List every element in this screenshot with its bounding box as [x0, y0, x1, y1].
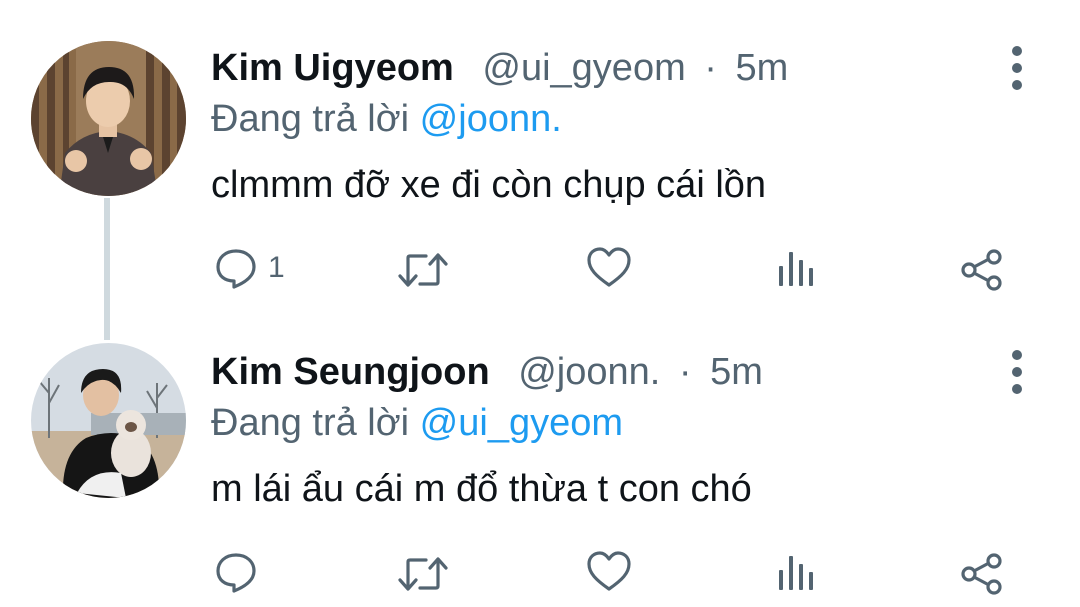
reply-count: 1: [268, 251, 285, 284]
retweet-icon: [396, 552, 450, 596]
retweet-button[interactable]: [396, 248, 450, 292]
bar-chart-icon: [776, 248, 816, 288]
tweet-2[interactable]: Kim Seungjoon @joonn. · 5m Đang trả lời …: [0, 305, 1080, 607]
replying-to: Đang trả lời @joonn.: [211, 97, 562, 141]
retweet-button[interactable]: [396, 552, 450, 596]
tweet-1[interactable]: Kim Uigyeom @ui_gyeom · 5m Đang trả lời …: [0, 0, 1080, 305]
like-button[interactable]: [586, 246, 632, 290]
username-handle[interactable]: @ui_gyeom: [482, 47, 685, 89]
tweet-text: m lái ẩu cái m đổ thừa t con chó: [211, 468, 752, 510]
avatar-kim-uigyeom[interactable]: [31, 41, 186, 196]
separator-dot: ·: [704, 47, 717, 89]
comment-bubble-icon: [214, 550, 258, 594]
replying-to-label: Đang trả lời: [211, 98, 410, 140]
heart-icon: [586, 550, 632, 594]
reply-button[interactable]: [214, 550, 268, 594]
tweet-header: Kim Seungjoon @joonn. · 5m: [211, 350, 763, 394]
tweet-text: clmmm đỡ xe đi còn chụp cái lồn: [211, 164, 767, 206]
separator-dot: ·: [678, 351, 692, 393]
tweet-header: Kim Uigyeom @ui_gyeom · 5m: [211, 46, 788, 90]
replying-to-label: Đang trả lời: [211, 402, 410, 444]
username-handle[interactable]: @joonn.: [518, 351, 660, 393]
timestamp[interactable]: 5m: [710, 351, 763, 393]
display-name[interactable]: Kim Seungjoon: [211, 351, 490, 393]
share-icon: [960, 248, 1004, 292]
reply-button[interactable]: 1: [214, 246, 285, 290]
analytics-button[interactable]: [776, 248, 816, 288]
share-icon: [960, 552, 1004, 596]
analytics-button[interactable]: [776, 552, 816, 592]
like-button[interactable]: [586, 550, 632, 594]
avatar-kim-seungjoon[interactable]: [31, 343, 186, 498]
share-button[interactable]: [960, 552, 1004, 596]
more-options-icon[interactable]: [1003, 350, 1031, 394]
retweet-icon: [396, 248, 450, 292]
bar-chart-icon: [776, 552, 816, 592]
replying-to-handle[interactable]: @ui_gyeom: [420, 402, 623, 444]
replying-to: Đang trả lời @ui_gyeom: [211, 401, 623, 445]
replying-to-handle[interactable]: @joonn.: [420, 98, 562, 140]
display-name[interactable]: Kim Uigyeom: [211, 47, 454, 89]
share-button[interactable]: [960, 248, 1004, 292]
comment-bubble-icon: [214, 246, 258, 290]
more-options-icon[interactable]: [1003, 46, 1031, 90]
heart-icon: [586, 246, 632, 290]
timestamp[interactable]: 5m: [736, 47, 789, 89]
